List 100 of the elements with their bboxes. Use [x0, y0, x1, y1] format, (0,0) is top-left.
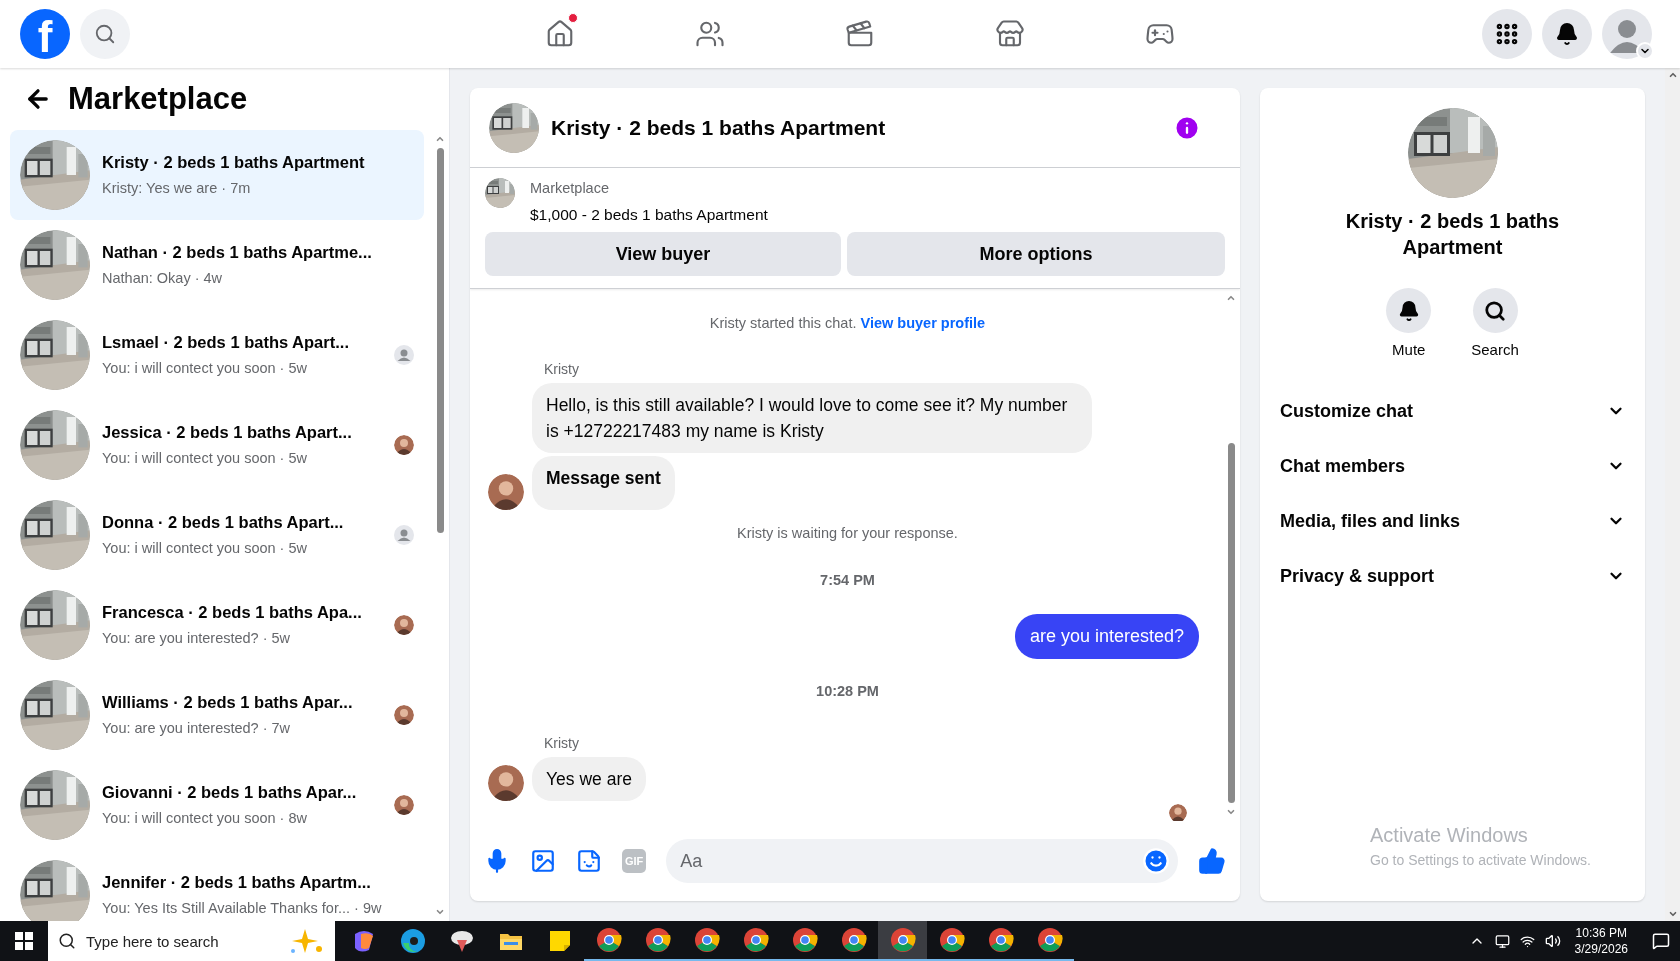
- taskbar-app[interactable]: [878, 921, 927, 961]
- scroll-up-icon[interactable]: [1667, 70, 1678, 80]
- browser-icon: [595, 927, 622, 953]
- conversation-item[interactable]: Lsmael · 2 beds 1 baths Apart... You: i will contect you soon · 5w: [10, 310, 424, 400]
- scrollbar-thumb[interactable]: [436, 148, 444, 533]
- conversation-preview: You: i will contect you soon · 5w: [102, 449, 308, 468]
- image-icon[interactable]: [530, 848, 556, 874]
- home-icon: [545, 19, 575, 49]
- conversation-preview: You: i will contect you soon · 5w: [102, 359, 308, 378]
- browser-icon: [742, 927, 769, 953]
- wave-icon: [399, 928, 426, 954]
- action-button[interactable]: More options: [847, 232, 1225, 276]
- listing-title: $1,000 - 2 beds 1 baths Apartment: [530, 204, 768, 225]
- section-header[interactable]: Media, files and links: [1280, 493, 1625, 549]
- bell-icon: [1555, 22, 1579, 46]
- conversation-title: Jennifer · 2 beds 1 baths Apartm...: [102, 872, 372, 894]
- action-label: Mute: [1392, 340, 1426, 360]
- conversation-item[interactable]: Williams · 2 beds 1 baths Apar... You: are you interested? · 7w: [10, 670, 424, 760]
- sticker-icon[interactable]: [576, 848, 602, 874]
- logo[interactable]: f: [20, 9, 70, 59]
- browser-icon: [987, 927, 1014, 953]
- conversation-item[interactable]: Donna · 2 beds 1 baths Apart... You: i will contect you soon · 5w: [10, 490, 424, 580]
- conversation-item[interactable]: Jessica · 2 beds 1 baths Apart... You: i will contect you soon · 5w: [10, 400, 424, 490]
- conversation-title: Nathan · 2 beds 1 baths Apartme...: [102, 242, 373, 264]
- video-icon: [845, 19, 875, 49]
- conversation-title: Francesca · 2 beds 1 baths Apa...: [102, 602, 363, 624]
- conversation-title: Lsmael · 2 beds 1 baths Apart...: [102, 332, 350, 354]
- incoming-message: Yes we are: [532, 756, 646, 801]
- view-buyer-profile-link[interactable]: View buyer profile: [860, 315, 986, 331]
- conversation-preview: You: i will contect you soon · 8w: [102, 809, 308, 828]
- monitor-icon[interactable]: [1494, 933, 1510, 949]
- menu-button[interactable]: [1482, 9, 1532, 59]
- bell-icon: [1397, 299, 1420, 322]
- system-message: Kristy is waiting for your response.: [736, 523, 959, 543]
- system-message: Kristy started this chat. View buyer profile: [708, 314, 987, 333]
- conversation-title: Giovanni · 2 beds 1 baths Apar...: [102, 782, 358, 804]
- section-header[interactable]: Customize chat: [1280, 383, 1625, 439]
- message-field[interactable]: Aa: [666, 839, 1178, 883]
- browser-icon: [644, 927, 671, 953]
- section-header[interactable]: Chat members: [1280, 438, 1625, 494]
- scroll-up-icon[interactable]: [1226, 293, 1236, 303]
- notifications-button[interactable]: [1542, 9, 1592, 59]
- sender-name: Kristy: [544, 359, 579, 379]
- incoming-message: Hello, is this still available? I would love to come see it? My number is +12722217483 my name is Kristy: [532, 382, 1092, 454]
- browser-icon: [791, 927, 818, 953]
- seen-avatar: [1169, 804, 1187, 821]
- conversation-item[interactable]: Kristy · 2 beds 1 baths Apartment Kristy: Yes we are · 7m: [10, 130, 424, 220]
- conversation-item[interactable]: Francesca · 2 beds 1 baths Apa... You: are you interested? · 5w: [10, 580, 424, 670]
- mute-button[interactable]: [1386, 288, 1432, 333]
- conversation-preview: You: are you interested? · 7w: [102, 719, 292, 738]
- clock[interactable]: 10:36 PM 3/29/2026: [1570, 925, 1632, 957]
- page-title: Marketplace: [68, 79, 248, 118]
- browser-icon: [889, 927, 916, 953]
- browser-icon: [938, 927, 965, 953]
- thumbs-up-icon[interactable]: [1198, 847, 1226, 875]
- activation-text: Go to Settings to activate Windows.: [1370, 851, 1591, 870]
- scroll-down-icon[interactable]: [1226, 807, 1236, 817]
- section-header[interactable]: Privacy & support: [1280, 548, 1625, 604]
- chat-title: Kristy · 2 beds 1 baths Apartment: [551, 114, 886, 141]
- scrollbar-thumb[interactable]: [1227, 443, 1235, 803]
- scroll-down-icon[interactable]: [435, 907, 445, 917]
- taskbar-search-field[interactable]: Type here to search: [48, 921, 335, 961]
- volume-icon[interactable]: [1544, 933, 1561, 949]
- conversation-preview: You: i will contect you soon · 5w: [102, 539, 308, 558]
- conversation-title: Williams · 2 beds 1 baths Apar...: [102, 692, 354, 714]
- browser-icon: [1036, 927, 1063, 953]
- conversation-item[interactable]: Giovanni · 2 beds 1 baths Apar... You: i will contect you soon · 8w: [10, 760, 424, 850]
- incoming-message: Message sent: [532, 456, 675, 510]
- browser-icon: [840, 927, 867, 953]
- search-icon: [58, 932, 76, 950]
- activation-title: Activate Windows: [1370, 823, 1529, 848]
- action-label: Search: [1471, 340, 1519, 360]
- conversation-preview: You: Yes Its Still Available Thanks for... · 9w: [102, 899, 382, 918]
- browser-icon: [693, 927, 720, 953]
- conversation-preview: Kristy: Yes we are · 7m: [102, 179, 252, 198]
- conversation-title: Jessica · 2 beds 1 baths Apart...: [102, 422, 353, 444]
- conversation-preview: Nathan: Okay · 4w: [102, 269, 224, 288]
- network-icon[interactable]: [1519, 933, 1535, 949]
- notifications-icon[interactable]: [1652, 932, 1670, 950]
- chevron-down-icon[interactable]: [1636, 42, 1654, 60]
- windows-icon: [15, 932, 33, 950]
- outgoing-message: are you interested?: [1014, 614, 1199, 659]
- action-button[interactable]: View buyer: [485, 232, 841, 276]
- store-icon: [995, 19, 1025, 49]
- conversation-title: Kristy · 2 beds 1 baths Apartment: [102, 152, 366, 174]
- search-button[interactable]: [1472, 288, 1518, 333]
- people-icon: [695, 19, 725, 49]
- grid-icon: [1494, 21, 1520, 47]
- scroll-down-icon[interactable]: [1667, 909, 1678, 919]
- listing-source: Marketplace: [530, 179, 610, 198]
- sender-name: Kristy: [544, 733, 579, 753]
- search-icon: [1484, 299, 1506, 322]
- search-icon: [94, 23, 116, 45]
- timestamp: 10:28 PM: [816, 682, 879, 701]
- app-icon: [448, 928, 475, 954]
- timestamp: 7:54 PM: [820, 571, 875, 591]
- scroll-up-icon[interactable]: [435, 134, 445, 144]
- conversation-preview: You: are you interested? · 5w: [102, 629, 292, 648]
- conversation-item[interactable]: Nathan · 2 beds 1 baths Apartme... Nathan: Okay · 4w: [10, 220, 424, 310]
- conversation-title: Donna · 2 beds 1 baths Apart...: [102, 512, 345, 534]
